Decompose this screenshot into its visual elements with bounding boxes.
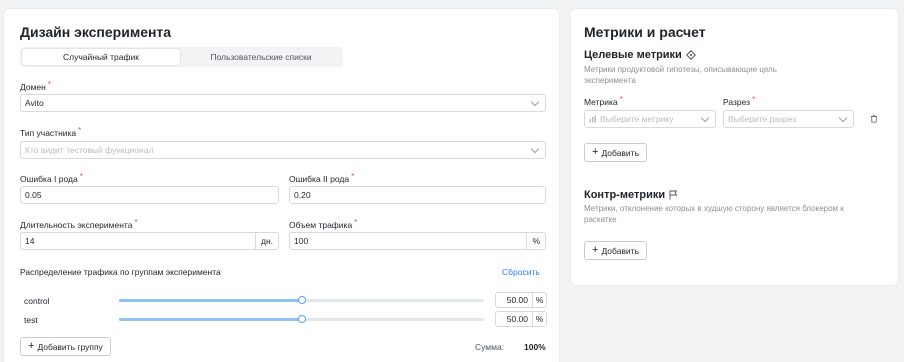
participant-label: Тип участника * bbox=[20, 126, 82, 138]
domain-value: Avito bbox=[25, 98, 44, 108]
percent-unit: % bbox=[532, 312, 546, 326]
chart-icon bbox=[589, 115, 596, 123]
target-metrics-heading: Целевые метрики bbox=[584, 49, 696, 61]
group-slider-control[interactable] bbox=[119, 296, 484, 304]
error2-value: 0.20 bbox=[294, 190, 311, 200]
plus-icon: + bbox=[28, 340, 35, 352]
slider-thumb[interactable] bbox=[297, 315, 306, 323]
flag-icon bbox=[669, 190, 678, 200]
group-share-value: 50.00 bbox=[506, 314, 528, 324]
counter-metrics-hint: Метрики, отклонение которых в худшую сто… bbox=[584, 204, 844, 224]
add-target-metric-label: Добавить bbox=[601, 147, 640, 158]
group-share-value: 50.00 bbox=[506, 295, 528, 305]
duration-unit: дн. bbox=[254, 233, 278, 249]
slider-fill bbox=[119, 299, 302, 302]
group-name: test bbox=[24, 315, 38, 325]
cut-placeholder: Выберите разрез bbox=[728, 114, 797, 124]
duration-value: 14 bbox=[25, 236, 35, 246]
metric-label: Метрика * bbox=[584, 95, 623, 107]
tab-user-lists[interactable]: Пользовательские списки bbox=[182, 49, 340, 65]
duration-label: Длительность эксперимента * bbox=[20, 218, 138, 230]
metrics-title: Метрики и расчет bbox=[584, 24, 706, 40]
add-target-metric-button[interactable]: + Добавить bbox=[584, 143, 648, 162]
chevron-down-icon bbox=[530, 144, 540, 153]
error1-input[interactable]: 0.05 bbox=[20, 186, 279, 204]
domain-select[interactable]: Avito bbox=[20, 94, 546, 112]
group-slider-test[interactable] bbox=[119, 315, 484, 323]
design-title: Дизайн эксперимента bbox=[20, 24, 172, 40]
add-counter-metric-label: Добавить bbox=[601, 245, 640, 256]
percent-unit: % bbox=[532, 293, 546, 307]
cut-label: Разрез * bbox=[723, 95, 756, 107]
error2-input[interactable]: 0.20 bbox=[289, 186, 546, 204]
duration-input[interactable]: 14 дн. bbox=[20, 232, 279, 250]
traffic-type-tabs: Случайный трафик Пользовательские списки bbox=[20, 47, 343, 67]
chevron-down-icon bbox=[530, 97, 540, 106]
reset-link[interactable]: Сбросить bbox=[502, 267, 540, 277]
error1-value: 0.05 bbox=[25, 190, 42, 200]
trash-icon[interactable] bbox=[870, 115, 878, 123]
participant-placeholder: Кто видит тестовый функционал bbox=[25, 145, 154, 155]
slider-thumb[interactable] bbox=[297, 296, 306, 304]
add-group-label: Добавить группу bbox=[37, 341, 103, 352]
target-metrics-hint: Метрики продуктовой гипотезы, описывающи… bbox=[584, 65, 777, 85]
metric-placeholder: Выберите метрику bbox=[600, 114, 674, 124]
group-name: control bbox=[24, 296, 50, 306]
distribution-label: Распределение трафика по группам экспери… bbox=[20, 267, 221, 277]
traffic-input[interactable]: 100 % bbox=[289, 232, 546, 250]
error1-label: Ошибка I рода * bbox=[20, 172, 83, 184]
metric-select[interactable]: Выберите метрику bbox=[584, 110, 716, 128]
traffic-unit: % bbox=[526, 233, 545, 249]
tab-random-traffic[interactable]: Случайный трафик bbox=[22, 49, 180, 65]
add-counter-metric-button[interactable]: + Добавить bbox=[584, 241, 648, 260]
domain-label: Домен * bbox=[20, 80, 51, 92]
group-share-input[interactable]: 50.00 % bbox=[495, 292, 547, 308]
experiment-design-card: Дизайн эксперимента Случайный трафик Пол… bbox=[4, 9, 559, 362]
slider-fill bbox=[119, 318, 302, 321]
metrics-card: Метрики и расчет Целевые метрики Метрики… bbox=[571, 9, 898, 285]
add-group-button[interactable]: + Добавить группу bbox=[20, 337, 111, 356]
cut-select[interactable]: Выберите разрез bbox=[723, 110, 854, 128]
plus-icon: + bbox=[592, 146, 599, 158]
sum-label: Сумма: bbox=[475, 342, 505, 352]
counter-metrics-heading: Контр-метрики bbox=[584, 189, 678, 201]
chevron-down-icon bbox=[700, 113, 710, 122]
target-metrics-title: Целевые метрики bbox=[584, 49, 682, 61]
sum-value: 100% bbox=[524, 342, 546, 352]
chevron-down-icon bbox=[838, 113, 848, 122]
target-icon bbox=[685, 50, 696, 60]
error2-label: Ошибка II рода * bbox=[289, 172, 355, 184]
traffic-label: Объем трафика * bbox=[289, 218, 358, 230]
counter-metrics-title: Контр-метрики bbox=[584, 189, 666, 201]
group-share-input[interactable]: 50.00 % bbox=[495, 311, 547, 327]
participant-select[interactable]: Кто видит тестовый функционал bbox=[20, 141, 546, 159]
plus-icon: + bbox=[592, 244, 599, 256]
traffic-value: 100 bbox=[294, 236, 309, 246]
